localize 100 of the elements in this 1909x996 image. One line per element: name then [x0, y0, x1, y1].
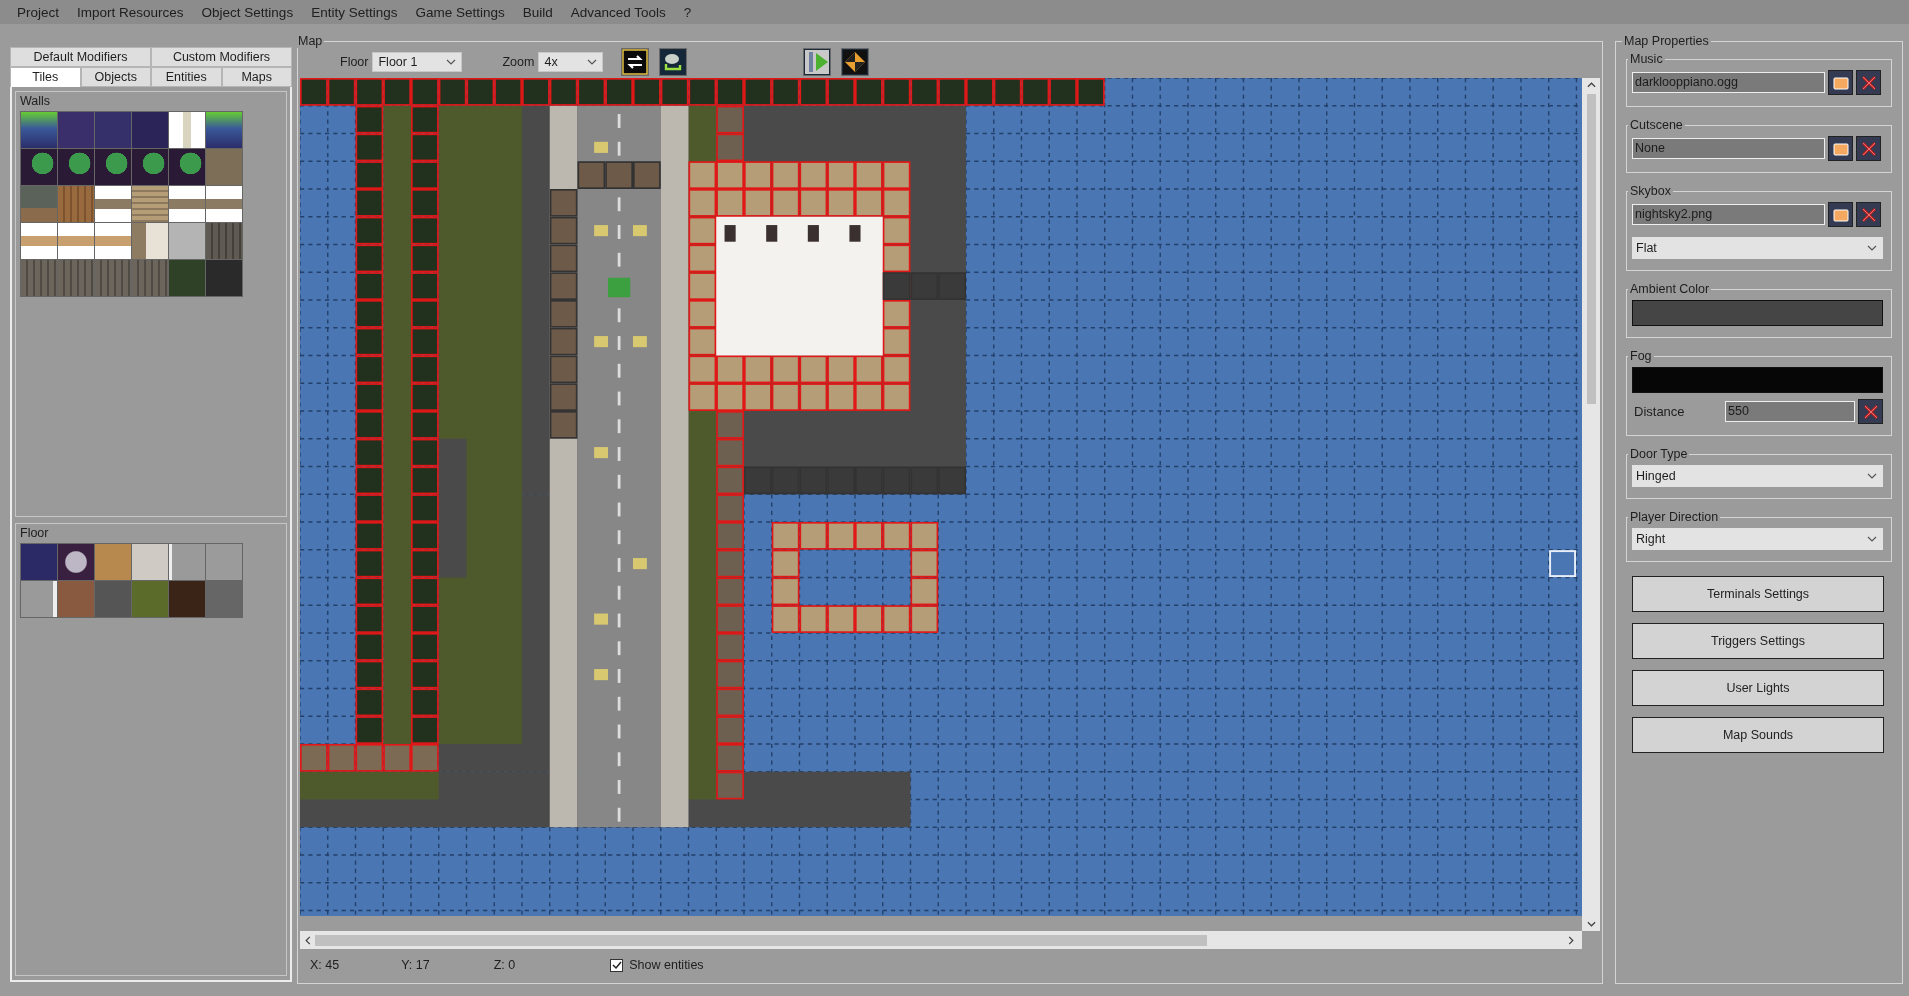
- tile-swatch[interactable]: [169, 581, 205, 617]
- panel-tab[interactable]: Default Modifiers: [10, 47, 151, 67]
- browse-button[interactable]: [1828, 136, 1853, 161]
- checker-icon[interactable]: [841, 48, 870, 76]
- wrench-play-icon[interactable]: [803, 48, 832, 76]
- color-swatch[interactable]: [1632, 367, 1883, 393]
- group-title: Cutscene: [1629, 118, 1684, 132]
- group-title: Floor: [20, 526, 50, 540]
- scroll-down-icon[interactable]: [1586, 921, 1596, 927]
- panel-tab[interactable]: Objects: [80, 67, 151, 87]
- menu-item[interactable]: Import Resources: [68, 4, 193, 20]
- caret-icon: [1867, 536, 1877, 542]
- tile-swatch[interactable]: [132, 581, 168, 617]
- caret-icon: [587, 59, 598, 65]
- panel-tab[interactable]: Maps: [221, 67, 292, 87]
- tile-swatch[interactable]: [132, 223, 168, 259]
- tile-swatch[interactable]: [169, 223, 205, 259]
- browse-button[interactable]: [1828, 70, 1853, 95]
- menu-item[interactable]: ?: [674, 4, 701, 20]
- scroll-left-icon[interactable]: [305, 935, 311, 945]
- dropdown[interactable]: Right: [1632, 528, 1883, 550]
- swap-arrows-icon[interactable]: [621, 48, 650, 76]
- clear-button[interactable]: [1856, 70, 1881, 95]
- z-coordinate: Z: 0: [493, 958, 516, 972]
- tile-swatch[interactable]: [95, 186, 131, 222]
- settings-button[interactable]: User Lights: [1632, 670, 1884, 706]
- clear-button[interactable]: [1856, 136, 1881, 161]
- caret-icon: [1867, 473, 1877, 479]
- tile-swatch[interactable]: [95, 544, 131, 580]
- browse-button[interactable]: [1828, 202, 1853, 227]
- tile-swatch[interactable]: [169, 260, 205, 296]
- tile-swatch[interactable]: [58, 186, 94, 222]
- tile-swatch[interactable]: [169, 112, 205, 148]
- scrollbar-thumb[interactable]: [1586, 94, 1596, 404]
- settings-button[interactable]: Map Sounds: [1632, 717, 1884, 753]
- floor-dropdown[interactable]: Floor 1: [372, 52, 463, 72]
- tile-swatch[interactable]: [58, 581, 94, 617]
- tile-swatch[interactable]: [132, 260, 168, 296]
- tile-swatch[interactable]: [21, 112, 57, 148]
- tile-swatch[interactable]: [95, 581, 131, 617]
- file-path-field[interactable]: darklooppiano.ogg: [1632, 72, 1825, 93]
- tile-swatch[interactable]: [132, 149, 168, 185]
- file-path-field[interactable]: None: [1632, 138, 1825, 159]
- menu-item[interactable]: Build: [513, 4, 562, 20]
- menu-item[interactable]: Game Settings: [406, 4, 514, 20]
- menu-item[interactable]: Advanced Tools: [561, 4, 675, 20]
- panel-tab[interactable]: Tiles: [10, 67, 81, 88]
- tile-swatch[interactable]: [58, 544, 94, 580]
- scroll-right-icon[interactable]: [1568, 935, 1574, 945]
- scroll-up-icon[interactable]: [1586, 82, 1596, 88]
- menu-item[interactable]: Project: [8, 4, 69, 20]
- checkbox[interactable]: [610, 958, 624, 972]
- tile-swatch[interactable]: [206, 260, 242, 296]
- scrollbar-thumb[interactable]: [315, 934, 1207, 946]
- clear-button[interactable]: [1858, 399, 1883, 424]
- tile-swatch[interactable]: [58, 223, 94, 259]
- settings-button[interactable]: Triggers Settings: [1632, 623, 1884, 659]
- tile-swatch[interactable]: [169, 544, 205, 580]
- tile-swatch[interactable]: [132, 186, 168, 222]
- group-title: Fog: [1629, 349, 1653, 363]
- tile-swatch[interactable]: [206, 112, 242, 148]
- tile-swatch[interactable]: [132, 544, 168, 580]
- file-path-field[interactable]: nightsky2.png: [1632, 204, 1825, 225]
- menu-item[interactable]: Entity Settings: [302, 4, 407, 20]
- tile-swatch[interactable]: [58, 112, 94, 148]
- tile-swatch[interactable]: [95, 112, 131, 148]
- menu-item[interactable]: Object Settings: [192, 4, 303, 20]
- distance-field[interactable]: 550: [1725, 401, 1855, 422]
- dropdown[interactable]: Hinged: [1632, 465, 1883, 487]
- panel-tab[interactable]: Entities: [151, 67, 222, 87]
- tile-swatch[interactable]: [21, 223, 57, 259]
- tile-swatch[interactable]: [132, 112, 168, 148]
- tile-swatch[interactable]: [58, 149, 94, 185]
- tile-swatch[interactable]: [169, 149, 205, 185]
- tile-swatch[interactable]: [206, 149, 242, 185]
- color-swatch[interactable]: [1632, 300, 1883, 326]
- group-title: Music: [1629, 52, 1664, 66]
- tile-swatch[interactable]: [21, 149, 57, 185]
- dropdown[interactable]: Flat: [1632, 237, 1883, 259]
- panel-tab[interactable]: Custom Modifiers: [151, 47, 292, 67]
- layer-icon[interactable]: [659, 48, 688, 76]
- tile-swatch[interactable]: [21, 260, 57, 296]
- tile-swatch[interactable]: [21, 581, 57, 617]
- tile-swatch[interactable]: [95, 260, 131, 296]
- x-coordinate: X: 45: [310, 958, 340, 972]
- tile-swatch[interactable]: [21, 186, 57, 222]
- tile-swatch[interactable]: [169, 186, 205, 222]
- tile-swatch[interactable]: [206, 544, 242, 580]
- clear-button[interactable]: [1856, 202, 1881, 227]
- group-title: Walls: [20, 94, 52, 108]
- tile-swatch[interactable]: [206, 186, 242, 222]
- tile-map-drawing[interactable]: [300, 78, 1582, 916]
- tile-swatch[interactable]: [95, 149, 131, 185]
- settings-button[interactable]: Terminals Settings: [1632, 576, 1884, 612]
- tile-swatch[interactable]: [21, 544, 57, 580]
- tile-swatch[interactable]: [58, 260, 94, 296]
- tile-swatch[interactable]: [206, 223, 242, 259]
- tile-swatch[interactable]: [95, 223, 131, 259]
- zoom-dropdown[interactable]: 4x: [538, 52, 604, 72]
- caret-icon: [1867, 245, 1877, 251]
